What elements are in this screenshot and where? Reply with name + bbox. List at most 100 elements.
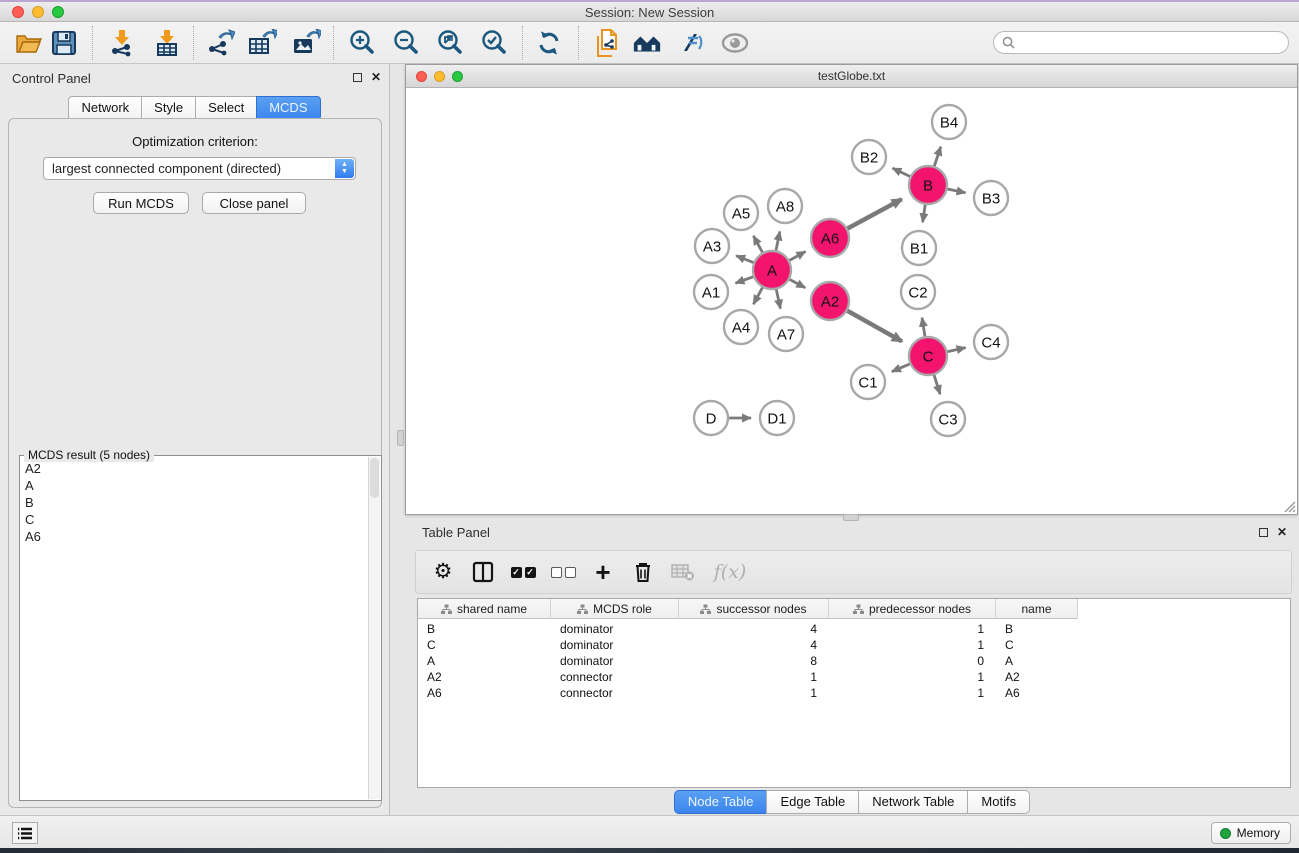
delete-table-icon[interactable] [670,559,696,585]
tab-select[interactable]: Select [195,96,256,120]
hide-labels-icon[interactable] [676,28,706,58]
cell-MCDS-role[interactable]: dominator [551,653,679,669]
splitter-grip-vertical[interactable] [397,430,404,446]
zoom-out-icon[interactable] [391,28,421,58]
node-B2[interactable]: B2 [852,140,886,174]
node-A4[interactable]: A4 [724,310,758,344]
node-A1[interactable]: A1 [694,275,728,309]
cell-successor-nodes[interactable]: 4 [679,637,829,653]
open-file-icon[interactable] [13,28,43,58]
table-row[interactable]: A6connector11A6 [418,685,1290,701]
cell-successor-nodes[interactable]: 1 [679,669,829,685]
column-header-predecessor-nodes[interactable]: predecessor nodes [829,599,996,619]
close-panel-button[interactable]: Close panel [202,192,306,214]
node-C2[interactable]: C2 [901,275,935,309]
export-image-icon[interactable] [291,28,321,58]
table-row[interactable]: Cdominator41C [418,637,1290,653]
float-table-panel-icon[interactable] [1259,528,1268,537]
cell-MCDS-role[interactable]: dominator [551,637,679,653]
resize-grip-icon[interactable] [1283,500,1296,513]
cell-name[interactable]: A2 [996,669,1078,685]
node-table[interactable]: shared nameMCDS rolesuccessor nodesprede… [417,598,1291,788]
node-A[interactable]: A [753,251,791,289]
memory-button[interactable]: Memory [1211,822,1291,844]
node-B3[interactable]: B3 [974,181,1008,215]
cell-shared-name[interactable]: A2 [418,669,551,685]
import-table-icon[interactable] [152,28,182,58]
refresh-icon[interactable] [534,28,564,58]
cell-shared-name[interactable]: B [418,621,551,637]
tab-node-table[interactable]: Node Table [674,790,767,814]
cell-successor-nodes[interactable]: 4 [679,621,829,637]
node-A7[interactable]: A7 [769,317,803,351]
run-mcds-button[interactable]: Run MCDS [93,192,189,214]
node-C[interactable]: C [909,337,947,375]
close-table-panel-icon[interactable]: ✕ [1277,527,1287,537]
result-item[interactable]: B [20,494,367,511]
node-B[interactable]: B [909,166,947,204]
show-columns-icon[interactable] [470,559,496,585]
node-A5[interactable]: A5 [724,196,758,230]
table-row[interactable]: A2connector11A2 [418,669,1290,685]
cell-predecessor-nodes[interactable]: 1 [829,637,996,653]
close-panel-icon[interactable]: ✕ [371,72,381,82]
search-input[interactable] [1019,34,1288,52]
cell-predecessor-nodes[interactable]: 0 [829,653,996,669]
node-A6[interactable]: A6 [811,219,849,257]
result-item[interactable]: A6 [20,528,367,545]
table-row[interactable]: Adominator80A [418,653,1290,669]
cell-shared-name[interactable]: C [418,637,551,653]
delete-columns-icon[interactable] [630,559,656,585]
splitter-grip-horizontal[interactable] [843,514,859,521]
node-D1[interactable]: D1 [760,401,794,435]
node-D[interactable]: D [694,401,728,435]
task-history-button[interactable] [12,822,38,844]
column-header-successor-nodes[interactable]: successor nodes [679,599,829,619]
tab-network-table[interactable]: Network Table [858,790,967,814]
tab-style[interactable]: Style [141,96,195,120]
cell-MCDS-role[interactable]: dominator [551,621,679,637]
import-network-icon[interactable] [106,28,136,58]
network-window-titlebar[interactable]: testGlobe.txt [406,65,1297,88]
save-session-icon[interactable] [49,28,79,58]
cell-predecessor-nodes[interactable]: 1 [829,669,996,685]
column-header-shared-name[interactable]: shared name [418,599,551,619]
cell-shared-name[interactable]: A6 [418,685,551,701]
clone-network-icon[interactable] [592,28,622,58]
cell-predecessor-nodes[interactable]: 1 [829,685,996,701]
node-B4[interactable]: B4 [932,105,966,139]
show-graphics-details-icon[interactable] [720,28,750,58]
tab-mcds[interactable]: MCDS [256,96,320,120]
function-builder-icon[interactable]: f(x) [710,559,750,585]
cell-shared-name[interactable]: A [418,653,551,669]
node-A8[interactable]: A8 [768,189,802,223]
export-table-icon[interactable] [247,28,277,58]
cell-MCDS-role[interactable]: connector [551,669,679,685]
node-C1[interactable]: C1 [851,365,885,399]
tab-edge-table[interactable]: Edge Table [766,790,858,814]
result-item[interactable]: C [20,511,367,528]
node-C3[interactable]: C3 [931,402,965,436]
network-graph[interactable]: AA1A2A3A4A5A6A7A8BB1B2B3B4CC1C2C3C4DD1 [406,88,1297,514]
node-B1[interactable]: B1 [902,231,936,265]
zoom-in-icon[interactable] [347,28,377,58]
first-neighbors-icon[interactable] [632,28,662,58]
cell-successor-nodes[interactable]: 8 [679,653,829,669]
export-network-icon[interactable] [205,28,235,58]
tab-motifs[interactable]: Motifs [967,790,1030,814]
criterion-dropdown[interactable]: largest connected component (directed) ▲… [43,157,356,180]
cell-successor-nodes[interactable]: 1 [679,685,829,701]
table-settings-icon[interactable]: ⚙ [430,559,456,585]
cell-name[interactable]: A6 [996,685,1078,701]
add-column-icon[interactable]: + [590,559,616,585]
result-scrollbar[interactable] [368,457,380,799]
node-A2[interactable]: A2 [811,282,849,320]
cell-name[interactable]: B [996,621,1078,637]
cell-predecessor-nodes[interactable]: 1 [829,621,996,637]
result-item[interactable]: A [20,477,367,494]
column-header-name[interactable]: name [996,599,1078,619]
search-box[interactable] [993,31,1289,54]
tab-network[interactable]: Network [68,96,141,120]
select-all-columns-icon[interactable]: ✓✓ [510,559,536,585]
float-panel-icon[interactable] [353,73,362,82]
